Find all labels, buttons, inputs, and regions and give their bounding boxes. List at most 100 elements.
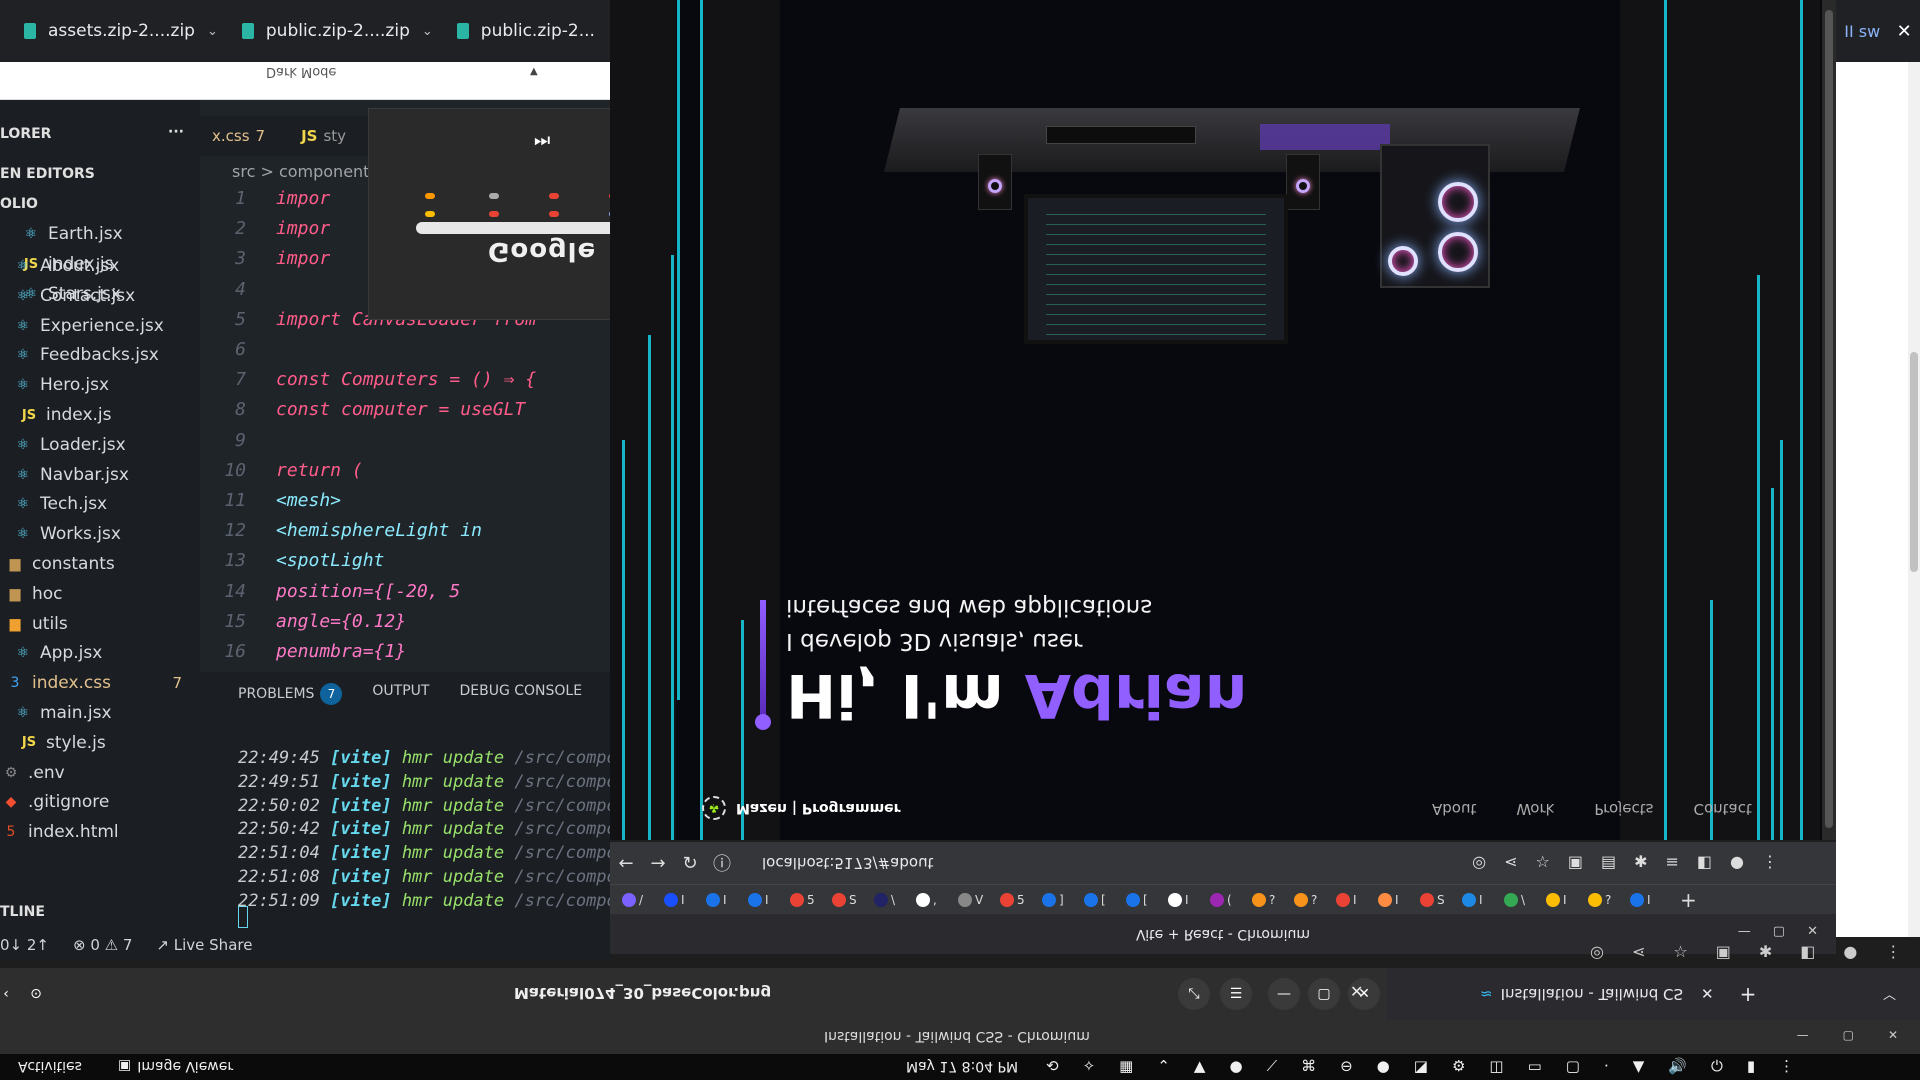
nav-work[interactable]: Work <box>1516 800 1554 818</box>
code-line[interactable]: 10 return ( <box>210 460 362 490</box>
bookmark-item[interactable]: I <box>664 890 696 910</box>
download-item[interactable]: public.zip-2... <box>445 0 610 62</box>
scrollbar[interactable] <box>1908 62 1920 937</box>
scrollbar[interactable] <box>1822 0 1836 840</box>
sync-icon[interactable]: ⟲ <box>1046 1057 1059 1075</box>
app-icon[interactable]: ◫ <box>1489 1057 1503 1075</box>
explorer-item[interactable]: ◆ .gitignore <box>0 788 200 816</box>
show-all-link[interactable]: II sw <box>1844 22 1880 41</box>
lens-icon[interactable]: ◎ <box>1472 852 1486 871</box>
app-icon[interactable]: ⚙ <box>1452 1057 1465 1075</box>
bookmark-item[interactable]: ( <box>1210 890 1242 910</box>
power-icon[interactable]: ⏻ <box>1711 1057 1723 1075</box>
bookmark-item[interactable]: ] <box>1042 890 1074 910</box>
sidebar-icon[interactable]: ◧ <box>1697 852 1712 871</box>
problems-status[interactable]: ⊗ 0 ⚠ 7 <box>73 936 132 954</box>
app-icon[interactable]: ● <box>1229 1057 1242 1075</box>
app-menu[interactable]: ▣ Image Viewer <box>118 1058 233 1074</box>
app-icon[interactable]: ▭ <box>1528 1057 1542 1075</box>
open-editors-header[interactable]: EN EDITORS <box>0 166 95 182</box>
extension-icon[interactable]: ▣ <box>1716 942 1731 961</box>
explorer-item[interactable]: ⚛ main.jsx <box>0 699 200 727</box>
close-icon[interactable]: ✕ <box>1888 1028 1898 1042</box>
fullscreen-icon[interactable]: ⤡ <box>1178 978 1210 1010</box>
bookmark-item[interactable]: I <box>1462 890 1494 910</box>
bookmark-item[interactable]: S <box>1420 890 1452 910</box>
star-icon[interactable]: ☆ <box>1673 942 1687 961</box>
clock[interactable]: May 17 8:04 PM <box>906 1058 1018 1074</box>
info-icon[interactable]: ⓘ <box>706 850 738 876</box>
code-line[interactable]: 2 impor <box>210 218 330 248</box>
media-icon[interactable]: ≡ <box>1666 852 1679 871</box>
explorer-item[interactable]: ⚛ Hero.jsx <box>0 371 200 399</box>
bookmark-item[interactable]: , <box>916 890 948 910</box>
bookmark-item[interactable]: ? <box>1588 890 1620 910</box>
bookmark-item[interactable]: I <box>748 890 780 910</box>
explorer-item[interactable]: JS style.js <box>0 729 200 757</box>
chevron-down-icon[interactable]: ⌄ <box>207 24 218 39</box>
bookmark-item[interactable]: 5 <box>1000 890 1032 910</box>
app-icon[interactable]: ⌘ <box>1301 1057 1316 1075</box>
maximize-icon[interactable]: ▢ <box>1308 978 1340 1010</box>
explorer-item[interactable]: ⚛ Contact.jsx <box>0 282 200 310</box>
outline-header[interactable]: TLINE <box>0 904 45 920</box>
app-icon[interactable]: ▦ <box>1119 1057 1133 1075</box>
chevron-up-icon[interactable]: ︿ <box>1883 984 1896 1003</box>
bookmark-item[interactable]: / <box>622 890 654 910</box>
download-item[interactable]: public.zip-2....zip ⌄ <box>230 0 445 62</box>
breadcrumb[interactable]: src > component <box>232 162 369 181</box>
bookmark-item[interactable]: I <box>1630 890 1662 910</box>
battery-icon[interactable]: ▮ <box>1747 1057 1755 1075</box>
star-icon[interactable]: ☆ <box>1536 852 1550 871</box>
explorer-item[interactable]: ⚛ About.jsx <box>0 252 200 280</box>
project-header[interactable]: OLIO <box>0 196 38 212</box>
app-icon[interactable]: ● <box>1377 1057 1390 1075</box>
close-icon[interactable]: ✕ <box>1350 982 1363 1001</box>
avatar[interactable]: ● <box>1843 942 1857 961</box>
code-line[interactable]: 1 impor <box>210 188 330 218</box>
forward-icon[interactable]: → <box>642 853 674 874</box>
share-icon[interactable]: ⋖ <box>1632 942 1645 961</box>
maximize-icon[interactable]: ▢ <box>1773 924 1785 939</box>
explorer-item[interactable]: ⚛ Feedbacks.jsx <box>0 341 200 369</box>
maximize-icon[interactable]: ▢ <box>1843 1028 1854 1042</box>
bookmark-item[interactable]: 5 <box>790 890 822 910</box>
code-line[interactable]: 15 angle={0.12} <box>210 611 406 641</box>
code-line[interactable]: 9 <box>210 430 276 460</box>
chevron-down-icon[interactable]: ⌄ <box>422 24 433 39</box>
explorer-item[interactable]: ▆ hoc <box>0 580 200 608</box>
add-tab-icon[interactable]: + <box>1680 888 1697 912</box>
code-line[interactable]: 14 position={[-20, 5 <box>210 581 460 611</box>
explorer-item[interactable]: 5 index.html <box>0 818 200 846</box>
code-line[interactable]: 6 <box>210 339 276 369</box>
bookmark-item[interactable]: I <box>1546 890 1578 910</box>
tab-style-js[interactable]: JS sty <box>289 127 370 145</box>
app-icon[interactable]: ✧ <box>1083 1057 1096 1075</box>
vlc-icon[interactable]: ▲ <box>1194 1057 1206 1075</box>
extension-icon[interactable]: ▣ <box>1568 852 1583 871</box>
tab-tailwind[interactable]: ≈ Installation - Tailwind CS <box>1480 985 1683 1003</box>
explorer-item[interactable]: ⚙ .env <box>0 759 200 787</box>
url-field[interactable]: localhost:5173/#about <box>762 854 933 872</box>
navbar-brand[interactable]: ☘ Mazen | Programmer <box>702 796 901 820</box>
sync-status[interactable]: 0↓ 2↑ <box>0 936 49 954</box>
bookmark-item[interactable]: ? <box>1252 890 1284 910</box>
bookmark-item[interactable]: V <box>958 890 990 910</box>
tab-problems[interactable]: PROBLEMS 7 <box>238 683 343 705</box>
close-icon[interactable]: ✕ <box>1897 21 1912 42</box>
nav-about[interactable]: About <box>1432 800 1476 818</box>
menu-icon[interactable]: ⋮ <box>1885 942 1901 961</box>
bookmark-item[interactable]: I <box>706 890 738 910</box>
explorer-item[interactable]: ⚛ Loader.jsx <box>0 431 200 459</box>
scrollbar-thumb[interactable] <box>1825 10 1833 828</box>
bookmark-item[interactable]: \ <box>874 890 906 910</box>
avatar[interactable]: ● <box>1730 852 1744 871</box>
explorer-item[interactable]: ⚛ Earth.jsx <box>0 220 200 248</box>
code-line[interactable]: 4 <box>210 279 276 309</box>
explorer-item[interactable]: ▆ constants <box>0 550 200 578</box>
bookmark-item[interactable]: \ <box>1504 890 1536 910</box>
sidebar-icon[interactable]: ◧ <box>1800 942 1815 961</box>
code-line[interactable]: 3 impor <box>210 248 330 278</box>
explorer-item[interactable]: 3 index.css 7 <box>0 669 200 697</box>
minimize-icon[interactable]: — <box>1797 1028 1809 1042</box>
